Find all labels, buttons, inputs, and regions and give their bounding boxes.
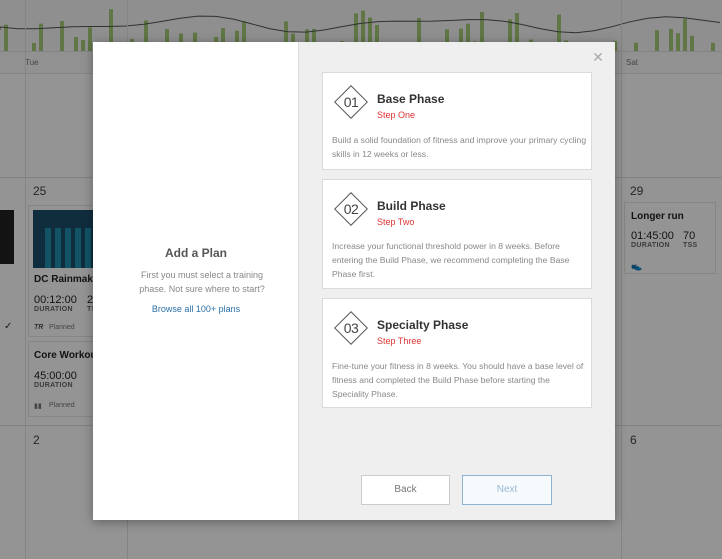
- phase-card-base[interactable]: 01 Base Phase Step One Build a solid fou…: [322, 72, 592, 170]
- phase-number-badge: 03: [334, 311, 368, 345]
- modal-right-pane: ✕ 01 Base Phase Step One Build a solid f…: [299, 42, 615, 520]
- phase-number: 03: [343, 320, 359, 336]
- next-button[interactable]: Next: [462, 475, 552, 505]
- phase-step: Step Two: [377, 217, 415, 227]
- modal-left-pane: Add a Plan First you must select a train…: [93, 42, 299, 520]
- browse-plans-link[interactable]: Browse all 100+ plans: [93, 304, 299, 314]
- phase-card-build[interactable]: 02 Build Phase Step Two Increase your fu…: [322, 179, 592, 289]
- phase-name: Specialty Phase: [377, 318, 469, 332]
- modal-description: First you must select a training phase. …: [139, 270, 265, 294]
- phase-description: Build a solid foundation of fitness and …: [332, 135, 587, 159]
- phase-number-badge: 01: [334, 85, 368, 119]
- close-icon[interactable]: ✕: [591, 50, 605, 64]
- phase-description: Fine-tune your fitness in 8 weeks. You s…: [332, 361, 584, 399]
- phase-number-badge: 02: [334, 192, 368, 226]
- phase-step: Step One: [377, 110, 416, 120]
- phase-step: Step Three: [377, 336, 422, 346]
- add-plan-modal: Add a Plan First you must select a train…: [93, 42, 615, 520]
- modal-title: Add a Plan: [164, 246, 227, 260]
- phase-number: 01: [343, 94, 359, 110]
- back-button[interactable]: Back: [361, 475, 450, 505]
- phase-description: Increase your functional threshold power…: [332, 241, 570, 279]
- phase-name: Base Phase: [377, 92, 445, 106]
- phase-card-specialty[interactable]: 03 Specialty Phase Step Three Fine-tune …: [322, 298, 592, 408]
- phase-number: 02: [343, 201, 359, 217]
- phase-name: Build Phase: [377, 199, 446, 213]
